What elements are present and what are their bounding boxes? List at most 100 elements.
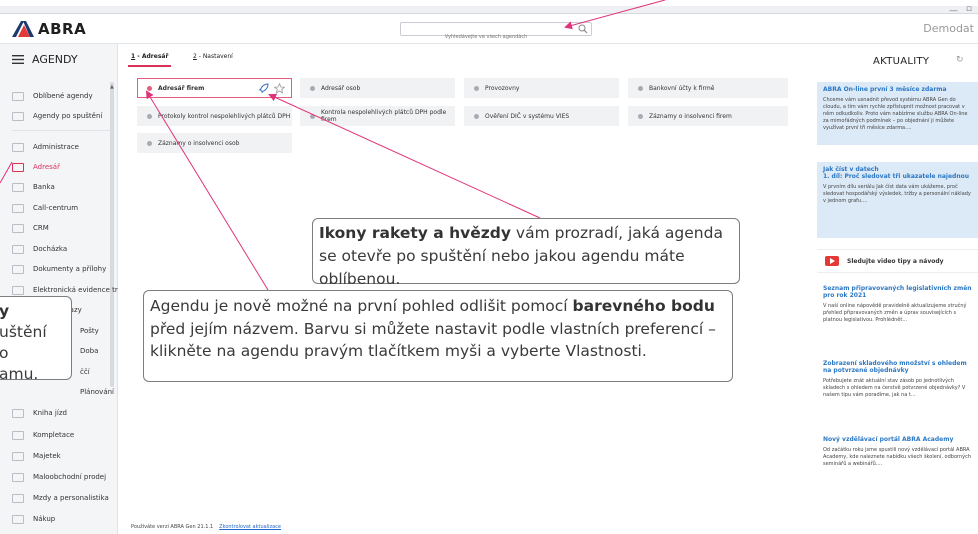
- folder-icon: [12, 203, 24, 213]
- scroll-up-icon[interactable]: ▲: [110, 84, 114, 90]
- color-dot[interactable]: [147, 114, 152, 119]
- sidebar-item-kniha-jizd[interactable]: Kniha jízd: [12, 406, 67, 420]
- color-dot[interactable]: [638, 86, 643, 91]
- folder-icon: [12, 91, 24, 101]
- folder-icon: [12, 408, 24, 418]
- sidebar-item-banka[interactable]: Banka: [12, 180, 55, 194]
- color-dot[interactable]: [310, 86, 315, 91]
- news-card[interactable]: Nový vzdělávací portál ABRA Academy Od z…: [817, 432, 978, 492]
- agendas-header[interactable]: AGENDY: [12, 53, 78, 66]
- folder-icon: [12, 430, 24, 440]
- search-input[interactable]: [401, 31, 571, 43]
- callout-text: před jejím názvem. Barvu si můžete nasta…: [150, 319, 716, 361]
- color-dot[interactable]: [310, 114, 315, 119]
- folder-icon: [12, 223, 24, 233]
- color-dot[interactable]: [638, 114, 643, 119]
- sidebar-item-kompletace[interactable]: Kompletace: [12, 428, 74, 442]
- sidebar-item-majetek[interactable]: Majetek: [12, 449, 61, 463]
- color-dot[interactable]: [474, 86, 479, 91]
- folder-icon: [12, 111, 24, 121]
- sidebar-item-label: Adresář: [33, 163, 60, 171]
- news-card[interactable]: Jak číst v datech 1. díl: Proč sledovat …: [817, 162, 978, 238]
- sidebar-item-posty[interactable]: Pošty: [80, 324, 99, 338]
- news-panel: AKTUALITY ↻ ABRA On-line první 3 měsíce …: [815, 44, 978, 534]
- sidebar-item-label: Mzdy a personalistika: [33, 494, 109, 502]
- sidebar-item-label: Kompletace: [33, 431, 75, 439]
- video-tips-label: Sledujte video tipy a návody: [847, 257, 944, 265]
- news-card-body: Chceme vám usnadnit převod systému ABRA …: [823, 97, 968, 131]
- agenda-tile-provozovny[interactable]: Provozovny: [464, 78, 619, 98]
- tab-label: Nastavení: [202, 53, 233, 60]
- sidebar-item-startup[interactable]: Agendy po spuštění: [12, 109, 102, 123]
- sidebar-item-planovani[interactable]: Plánování: [80, 385, 114, 399]
- agenda-tile-label: Provozovny: [485, 84, 520, 92]
- maximize-icon[interactable]: ▫: [966, 4, 972, 14]
- folder-icon: [12, 514, 24, 524]
- star-icon[interactable]: [274, 83, 285, 94]
- news-card-title[interactable]: Jak číst v datech 1. díl: Proč sledovat …: [823, 166, 972, 180]
- news-card-title[interactable]: Seznam připravovaných legislativních změ…: [823, 285, 972, 299]
- video-tips-link[interactable]: Sledujte video tipy a návody: [817, 249, 978, 273]
- window-chrome: — ▫: [0, 0, 978, 16]
- agenda-tile-protokoly-kontrol[interactable]: Protokoly kontrol nespolehlivých plátců …: [137, 106, 292, 126]
- agenda-tile-label: Protokoly kontrol nespolehlivých plátců …: [158, 112, 291, 120]
- sidebar-item-maloobchod[interactable]: Maloobchodní prodej: [12, 470, 106, 484]
- agenda-tile-bankovni-ucty[interactable]: Bankovní účty k firmě: [628, 78, 788, 98]
- news-card[interactable]: Seznam připravovaných legislativních změ…: [817, 281, 978, 349]
- color-dot[interactable]: [147, 141, 152, 146]
- sidebar-item-administrace[interactable]: Administrace: [12, 140, 79, 154]
- agenda-tile-adresar-firem[interactable]: Adresář firem: [137, 78, 292, 98]
- sidebar-item-label: Maloobchodní prodej: [33, 473, 107, 481]
- news-card-title[interactable]: ABRA On-line první 3 měsíce zdarma: [823, 86, 972, 93]
- news-card[interactable]: ABRA On-line první 3 měsíce zdarma Chcem…: [817, 82, 978, 145]
- sidebar-item-call-centrum[interactable]: Call-centrum: [12, 201, 78, 215]
- version-footer: Používáte verzi ABRA Gen 21.1.1 Zkontrolo…: [131, 524, 281, 530]
- tab-label: Adresář: [141, 53, 169, 60]
- sidebar-item-label: Administrace: [33, 143, 79, 151]
- sidebar-item-favorites[interactable]: Oblíbené agendy: [12, 89, 93, 103]
- hamburger-menu-icon[interactable]: [12, 55, 24, 64]
- sidebar-item-dochazka[interactable]: Docházka: [12, 242, 67, 256]
- news-card-title[interactable]: Zobrazení skladového množství s ohledem …: [823, 360, 972, 374]
- abra-logo[interactable]: ABRA: [12, 19, 86, 39]
- user-label[interactable]: Demodat: [923, 22, 974, 35]
- sidebar-item-label: Elektronická evidence tr: [33, 286, 118, 294]
- sidebar-item-doba[interactable]: Doba: [80, 344, 98, 358]
- sidebar-item-label: Agendy po spuštění: [33, 112, 103, 120]
- sidebar-item-label: Plánování: [80, 388, 114, 396]
- sidebar-item-adresar[interactable]: Adresář: [12, 160, 60, 174]
- color-dot[interactable]: [147, 86, 152, 91]
- check-updates-link[interactable]: Zkontrolovat aktualizace: [219, 524, 281, 530]
- search-icon[interactable]: [578, 24, 588, 34]
- version-text: Používáte verzi ABRA Gen 21.1.1: [131, 524, 214, 530]
- tab-adresar[interactable]: 1 - Adresář: [127, 53, 172, 67]
- news-card-body: V naší online nápovědě pravidelně aktual…: [823, 303, 967, 323]
- agenda-tile-kontrola-nespolehlivych[interactable]: Kontrola nespolehlivých plátců DPH podle…: [300, 106, 455, 126]
- agenda-tile-overeni-dic[interactable]: Ověření DIČ v systému VIES: [464, 106, 619, 126]
- folder-icon: [12, 472, 24, 482]
- news-card[interactable]: Zobrazení skladového množství s ohledem …: [817, 356, 978, 428]
- news-card-title[interactable]: Nový vzdělávací portál ABRA Academy: [823, 436, 972, 443]
- sidebar-item-crm[interactable]: CRM: [12, 221, 49, 235]
- rocket-icon[interactable]: [258, 83, 269, 94]
- callout-text: o: [0, 343, 65, 364]
- tab-key: 1: [131, 53, 136, 60]
- callout-text: Agendu je nově možné na první pohled odl…: [150, 297, 573, 315]
- folder-icon: [12, 162, 24, 172]
- refresh-icon[interactable]: ↻: [956, 55, 964, 65]
- sidebar-scrollbar[interactable]: [110, 82, 114, 387]
- folder-icon: [12, 264, 24, 274]
- sidebar-item-dokumenty[interactable]: Dokumenty a přílohy: [12, 262, 106, 276]
- sidebar-item-mzdy[interactable]: Mzdy a personalistika: [12, 491, 109, 505]
- agenda-tile-insolvence-osob[interactable]: Záznamy o insolvenci osob: [137, 133, 292, 153]
- color-dot[interactable]: [474, 114, 479, 119]
- sidebar-item-label: ččí: [80, 368, 90, 376]
- sidebar-item-hidden[interactable]: ččí: [80, 365, 90, 379]
- sidebar-item-label: Docházka: [33, 245, 68, 253]
- sidebar-item-nakup[interactable]: Nákup: [12, 512, 55, 526]
- tab-nastaveni[interactable]: 2 - Nastavení: [193, 53, 233, 60]
- agenda-tile-insolvence-firem[interactable]: Záznamy o insolvenci firem: [628, 106, 788, 126]
- agenda-tile-adresar-osob[interactable]: Adresář osob: [300, 78, 455, 98]
- global-search[interactable]: [400, 22, 592, 43]
- sidebar-item-eet[interactable]: Elektronická evidence tr: [12, 283, 118, 297]
